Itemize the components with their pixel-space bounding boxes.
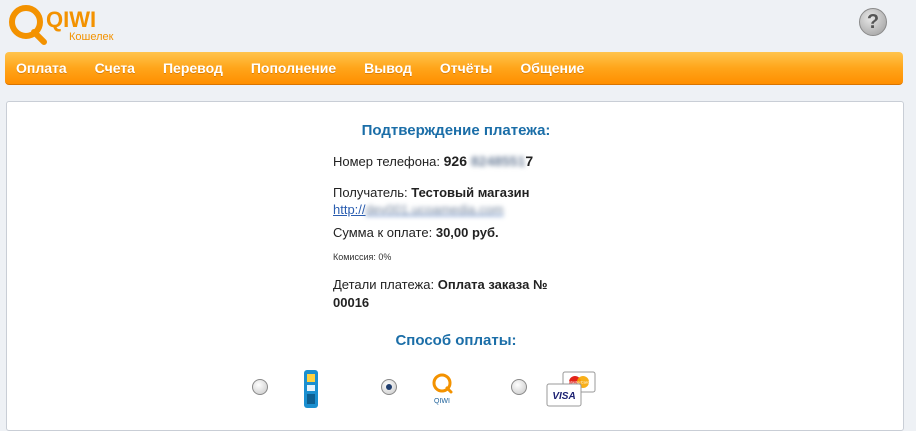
phone-hidden: 8248551 bbox=[470, 153, 526, 169]
phone-prefix: 926 bbox=[443, 153, 467, 169]
nav-item-topup[interactable]: Пополнение bbox=[251, 60, 336, 76]
amount-row: Сумма к оплате: 30,00 руб. bbox=[333, 224, 573, 242]
radio-qiwi-wallet[interactable] bbox=[381, 379, 397, 395]
recipient-row: Получатель: Тестовый магазин bbox=[333, 184, 573, 202]
nav-item-reports[interactable]: Отчёты bbox=[440, 60, 492, 76]
recipient-value: Тестовый магазин bbox=[411, 185, 530, 200]
help-button[interactable]: ? bbox=[859, 8, 887, 36]
terminal-icon[interactable] bbox=[302, 370, 320, 408]
recipient-label: Получатель: bbox=[333, 185, 408, 200]
help-icon: ? bbox=[866, 10, 880, 33]
visa-label: VISA bbox=[552, 391, 575, 402]
nav-item-payment[interactable]: Оплата bbox=[16, 60, 67, 76]
nav-item-transfer[interactable]: Перевод bbox=[163, 60, 223, 76]
qiwi-icon[interactable]: QIWI bbox=[427, 370, 457, 406]
details-value: Оплата заказа № bbox=[437, 277, 548, 292]
recipient-link-hidden: dev001.ucoamedia.com bbox=[365, 202, 504, 217]
recipient-link-prefix: http:// bbox=[333, 202, 366, 217]
commission-row: Комиссия: 0% bbox=[333, 250, 573, 263]
main-nav: Оплата Счета Перевод Пополнение Вывод От… bbox=[5, 52, 903, 85]
amount-label: Сумма к оплате: bbox=[333, 225, 433, 240]
cards-icon[interactable]: MasterCard VISA bbox=[545, 370, 599, 408]
nav-item-invoices[interactable]: Счета bbox=[95, 60, 135, 76]
phone-label: Номер телефона: bbox=[333, 154, 440, 169]
confirmation-panel: Подтверждение платежа: Номер телефона: 9… bbox=[6, 101, 904, 431]
details-value-2: 00016 bbox=[333, 295, 370, 310]
amount-value: 30,00 руб. bbox=[435, 225, 499, 240]
recipient-link[interactable]: http://dev001.ucoamedia.com bbox=[333, 202, 504, 217]
confirmation-title: Подтверждение платежа: bbox=[361, 122, 551, 139]
payment-method-title: Способ оплаты: bbox=[395, 332, 517, 349]
phone-row: Номер телефона: 926 82485517 bbox=[333, 152, 573, 171]
phone-suffix: 7 bbox=[525, 153, 534, 169]
details-label: Детали платежа: bbox=[333, 277, 435, 292]
phone-value: 926 82485517 bbox=[444, 153, 534, 169]
nav-item-messages[interactable]: Общение bbox=[520, 60, 584, 76]
commission-text: Комиссия: 0% bbox=[333, 252, 392, 262]
qiwi-logo[interactable]: QIWI Кошелек bbox=[6, 2, 136, 46]
details-row: Детали платежа: Оплата заказа № 00016 bbox=[333, 276, 573, 312]
qiwi-option-label: QIWI bbox=[434, 398, 450, 405]
nav-item-withdraw[interactable]: Вывод bbox=[364, 60, 412, 76]
radio-cards[interactable] bbox=[511, 379, 527, 395]
brand-subtitle: Кошелек bbox=[69, 31, 114, 43]
radio-terminal[interactable] bbox=[252, 379, 268, 395]
brand-name: QIWI bbox=[46, 7, 96, 32]
top-bar: QIWI Кошелек ? bbox=[0, 0, 916, 50]
recipient-link-row: http://dev001.ucoamedia.com bbox=[333, 201, 573, 219]
